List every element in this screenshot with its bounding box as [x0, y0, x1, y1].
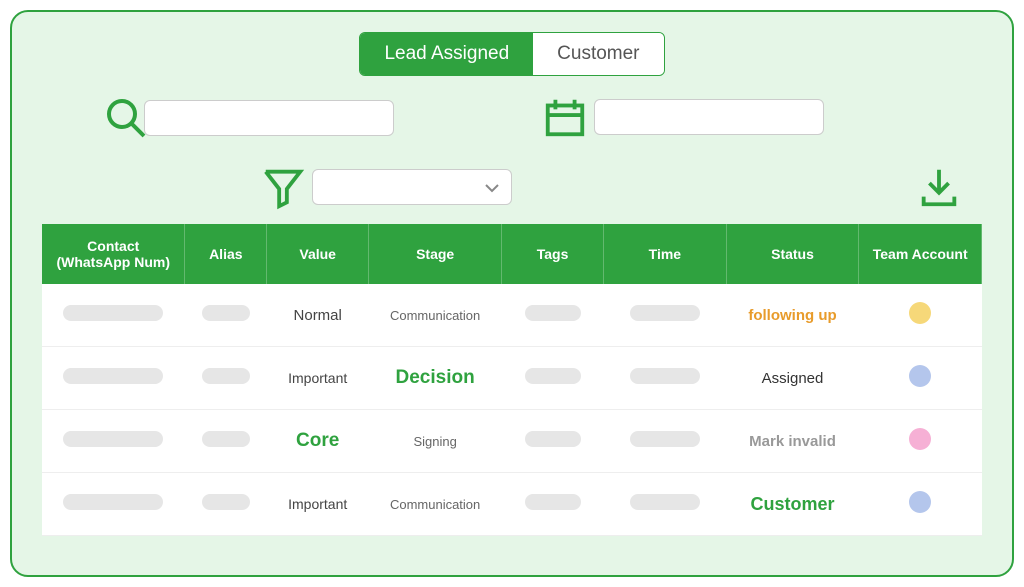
funnel-icon: [260, 164, 306, 210]
cell-tags: [502, 410, 604, 473]
cell-contact: [42, 410, 185, 473]
redacted-placeholder: [525, 431, 581, 447]
table-row[interactable]: ImportantCommunication Customer: [42, 473, 982, 536]
col-tags: Tags: [502, 224, 604, 284]
cell-time: [604, 284, 727, 347]
cell-alias: [185, 284, 267, 347]
search-input[interactable]: [144, 100, 394, 136]
cell-contact: [42, 473, 185, 536]
controls-row-1: [42, 94, 982, 154]
redacted-placeholder: [630, 494, 700, 510]
cell-stage: Communication: [369, 473, 502, 536]
controls-row-2: [42, 164, 982, 224]
cell-status: Assigned: [726, 347, 859, 410]
cell-team-account: [859, 473, 982, 536]
tab-lead-assigned[interactable]: Lead Assigned: [360, 33, 533, 75]
redacted-placeholder: [630, 368, 700, 384]
cell-stage: Decision: [369, 347, 502, 410]
cell-contact: [42, 284, 185, 347]
redacted-placeholder: [63, 431, 163, 447]
download-icon[interactable]: [916, 164, 962, 210]
tab-group: Lead Assigned Customer: [359, 32, 664, 76]
search-group: [102, 94, 394, 142]
cell-time: [604, 473, 727, 536]
cell-tags: [502, 284, 604, 347]
redacted-placeholder: [202, 431, 250, 447]
col-time: Time: [604, 224, 727, 284]
table-header-row: Contact (WhatsApp Num) Alias Value Stage…: [42, 224, 982, 284]
redacted-placeholder: [630, 431, 700, 447]
cell-stage: Communication: [369, 284, 502, 347]
cell-time: [604, 347, 727, 410]
team-account-dot: [909, 428, 931, 450]
team-account-dot: [909, 365, 931, 387]
cell-tags: [502, 473, 604, 536]
cell-value: Important: [267, 347, 369, 410]
col-contact: Contact (WhatsApp Num): [42, 224, 185, 284]
col-stage: Stage: [369, 224, 502, 284]
tab-bar: Lead Assigned Customer: [42, 32, 982, 76]
redacted-placeholder: [202, 494, 250, 510]
cell-contact: [42, 347, 185, 410]
redacted-placeholder: [525, 305, 581, 321]
team-account-dot: [909, 302, 931, 324]
cell-team-account: [859, 410, 982, 473]
cell-team-account: [859, 347, 982, 410]
cell-alias: [185, 347, 267, 410]
download-group: [916, 164, 962, 215]
calendar-icon: [542, 94, 588, 140]
cell-time: [604, 410, 727, 473]
cell-status: Customer: [726, 473, 859, 536]
redacted-placeholder: [202, 368, 250, 384]
date-group: [542, 94, 824, 140]
redacted-placeholder: [525, 368, 581, 384]
col-team-account: Team Account: [859, 224, 982, 284]
search-icon: [102, 94, 150, 142]
cell-team-account: [859, 284, 982, 347]
cell-value: Core: [267, 410, 369, 473]
leads-table: Contact (WhatsApp Num) Alias Value Stage…: [42, 224, 982, 536]
cell-stage: Signing: [369, 410, 502, 473]
redacted-placeholder: [630, 305, 700, 321]
table-row[interactable]: CoreSigning Mark invalid: [42, 410, 982, 473]
redacted-placeholder: [202, 305, 250, 321]
redacted-placeholder: [63, 368, 163, 384]
cell-alias: [185, 473, 267, 536]
col-value: Value: [267, 224, 369, 284]
cell-tags: [502, 347, 604, 410]
col-alias: Alias: [185, 224, 267, 284]
col-status: Status: [726, 224, 859, 284]
cell-value: Important: [267, 473, 369, 536]
redacted-placeholder: [525, 494, 581, 510]
chevron-down-icon: [485, 183, 499, 193]
redacted-placeholder: [63, 494, 163, 510]
tab-customer[interactable]: Customer: [533, 33, 663, 75]
table-row[interactable]: ImportantDecision Assigned: [42, 347, 982, 410]
filter-group: [260, 164, 512, 210]
redacted-placeholder: [63, 305, 163, 321]
table-row[interactable]: NormalCommunication following up: [42, 284, 982, 347]
filter-select[interactable]: [312, 169, 512, 205]
cell-status: following up: [726, 284, 859, 347]
date-input[interactable]: [594, 99, 824, 135]
team-account-dot: [909, 491, 931, 513]
cell-value: Normal: [267, 284, 369, 347]
app-panel: Lead Assigned Customer: [10, 10, 1014, 577]
cell-alias: [185, 410, 267, 473]
cell-status: Mark invalid: [726, 410, 859, 473]
